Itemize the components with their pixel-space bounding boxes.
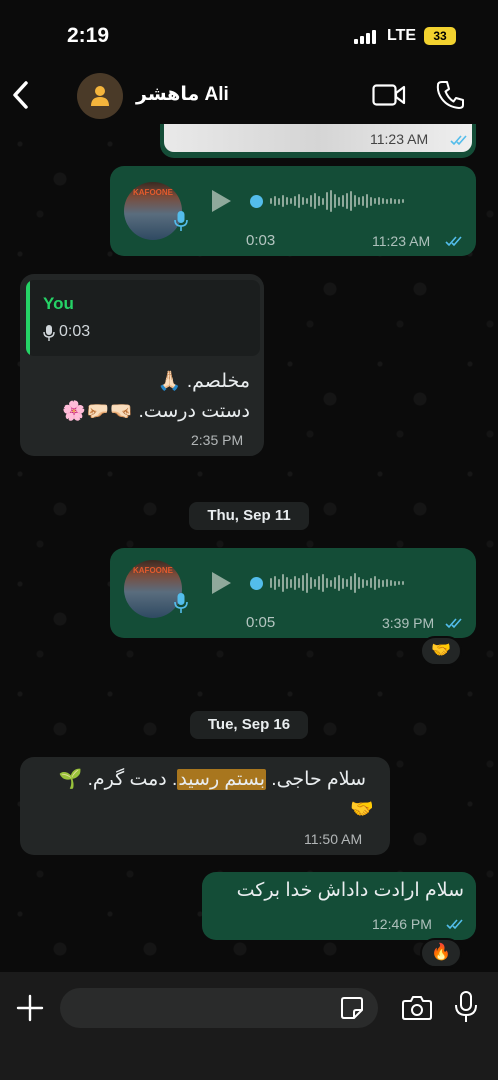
camera-icon bbox=[402, 996, 432, 1020]
quoted-duration: 0:03 bbox=[59, 323, 91, 340]
message-text-line2: دستت درست. 🤜🏻🤛🏻🌸 bbox=[62, 401, 250, 422]
image-message[interactable]: 11:23 AM bbox=[160, 124, 476, 158]
sticker-button[interactable] bbox=[340, 996, 364, 1020]
message-reaction[interactable]: 🤝 bbox=[420, 636, 462, 666]
voice-message[interactable]: KAFOONE 0:05 3:39 PM bbox=[110, 548, 476, 638]
message-time: 11:23 AM bbox=[370, 131, 429, 147]
video-camera-icon bbox=[372, 84, 406, 106]
back-button[interactable] bbox=[8, 78, 34, 112]
read-ticks-icon bbox=[445, 236, 462, 247]
playback-scrubber[interactable] bbox=[250, 194, 263, 208]
voice-duration: 0:03 bbox=[246, 232, 276, 249]
voice-record-button[interactable] bbox=[455, 991, 477, 1023]
message-text-line2: 🤝 bbox=[350, 799, 374, 820]
voice-waveform[interactable] bbox=[250, 570, 404, 596]
phone-icon bbox=[436, 81, 464, 109]
text-segment: سلام حاجی. bbox=[266, 769, 366, 790]
quoted-author: You bbox=[43, 294, 74, 313]
composer-bar bbox=[0, 972, 498, 1080]
text-segment: . دمت گرم. 🌱 bbox=[58, 769, 178, 790]
microphone-icon bbox=[455, 991, 477, 1022]
status-time: 2:19 bbox=[67, 24, 110, 47]
playback-scrubber[interactable] bbox=[250, 576, 263, 590]
status-bar: 2:19 LTE 33 bbox=[0, 0, 498, 64]
date-separator: Tue, Sep 16 bbox=[190, 711, 308, 739]
attach-button[interactable] bbox=[16, 994, 44, 1022]
message-input[interactable] bbox=[60, 988, 378, 1028]
date-separator: Thu, Sep 11 bbox=[189, 502, 309, 530]
play-icon[interactable] bbox=[210, 189, 232, 213]
quote-accent-bar bbox=[26, 280, 30, 356]
read-ticks-icon bbox=[450, 135, 467, 146]
thumbnail-label: KAFOONE bbox=[133, 188, 173, 197]
read-ticks-icon bbox=[446, 919, 463, 930]
mic-icon bbox=[174, 211, 188, 231]
contact-avatar[interactable] bbox=[77, 73, 123, 119]
network-label: LTE bbox=[387, 27, 417, 44]
message-text-line1: مخلصم. 🙏🏻 bbox=[157, 371, 250, 392]
signal-icon bbox=[354, 30, 376, 44]
voice-duration: 0:05 bbox=[246, 614, 276, 631]
mic-icon bbox=[43, 325, 55, 341]
message-text: سلام ارادت داداش خدا برکت bbox=[236, 880, 464, 901]
voice-message[interactable]: KAFOONE 0:03 11:23 AM bbox=[110, 166, 476, 256]
chevron-left-icon bbox=[13, 81, 28, 109]
mic-icon bbox=[174, 593, 188, 613]
search-highlight: بستم رسید bbox=[177, 769, 267, 790]
chat-header: ماهشر Ali bbox=[0, 64, 498, 126]
quoted-message[interactable]: You 0:03 bbox=[26, 280, 260, 356]
message-time: 11:23 AM bbox=[372, 233, 431, 249]
contact-name[interactable]: ماهشر Ali bbox=[136, 83, 229, 106]
battery-icon: 33 bbox=[424, 27, 456, 45]
play-icon[interactable] bbox=[210, 571, 232, 595]
message-time: 11:50 AM bbox=[304, 831, 363, 847]
outgoing-message[interactable]: سلام ارادت داداش خدا برکت 12:46 PM bbox=[202, 872, 476, 940]
message-time: 3:39 PM bbox=[382, 615, 435, 631]
voice-call-button[interactable] bbox=[436, 80, 464, 110]
message-time: 12:46 PM bbox=[372, 916, 432, 932]
read-ticks-icon bbox=[445, 618, 462, 629]
message-text-line1: سلام حاجی. بستم رسید. دمت گرم. 🌱 bbox=[59, 766, 366, 794]
person-icon bbox=[91, 86, 109, 106]
plus-icon bbox=[16, 994, 44, 1022]
message-time: 2:35 PM bbox=[191, 432, 244, 448]
voice-waveform[interactable] bbox=[250, 188, 404, 214]
video-call-button[interactable] bbox=[372, 82, 406, 108]
camera-button[interactable] bbox=[402, 995, 432, 1021]
message-reaction[interactable]: 🔥 bbox=[420, 938, 462, 968]
sticker-icon bbox=[341, 997, 363, 1019]
thumbnail-label: KAFOONE bbox=[133, 566, 173, 575]
